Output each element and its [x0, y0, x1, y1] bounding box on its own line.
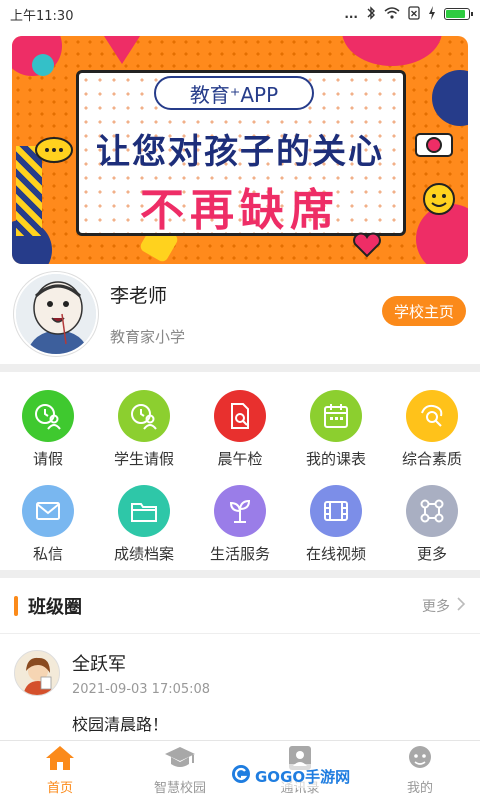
tab-profile-label: 我的 — [406, 781, 433, 796]
grid-item-label: 更多 — [416, 545, 447, 563]
school-home-button[interactable]: 学校主页 — [381, 296, 466, 326]
post-author-avatar[interactable] — [14, 650, 60, 696]
section-divider — [0, 570, 480, 578]
class-circle-more-link[interactable]: 更多 — [422, 596, 466, 616]
banner-headline: 让您对孩子的关心 — [96, 132, 384, 172]
grid-item-label: 请假 — [32, 450, 63, 468]
grid-item-label: 晨午检 — [217, 450, 263, 468]
profile-icon — [406, 745, 434, 775]
status-dots: ... — [344, 7, 358, 21]
chat-bubble-icon — [34, 136, 74, 172]
tab-smart-campus-label: 智慧校园 — [153, 781, 206, 796]
decor-teal-circle — [32, 54, 54, 76]
grid-item-label: 成绩档案 — [113, 545, 174, 563]
film-icon — [310, 485, 362, 537]
grid-item-calendar[interactable]: 我的课表 — [288, 390, 384, 469]
grid-item-label: 私信 — [32, 545, 63, 563]
function-grid: 请假 学生请假 晨午检 我的课表 综合素质私信 成绩档案 生活服务 在线视频 更多 — [0, 372, 480, 570]
site-watermark: GOGO手游网 — [228, 764, 354, 788]
grid-item-leave-clock-user[interactable]: 请假 — [0, 390, 96, 469]
more-label: 更多 — [422, 598, 450, 615]
graduation-cap-icon — [164, 745, 196, 775]
teacher-profile: 李老师 教育家小学 学校主页 — [0, 264, 480, 364]
grid-item-label: 我的课表 — [305, 450, 366, 468]
status-icons: ... — [344, 5, 473, 23]
class-circle-header: 班级圈 更多 — [0, 578, 480, 634]
section-divider — [0, 364, 480, 372]
quality-badge-icon — [406, 390, 458, 442]
post-timestamp: 2021-09-03 17:05:08 — [72, 682, 211, 697]
watermark-text: GOGO手游网 — [255, 767, 351, 786]
teacher-info: 李老师 教育家小学 — [110, 281, 185, 347]
mail-icon — [22, 485, 74, 537]
grid-item-label: 综合素质 — [401, 450, 462, 468]
health-check-doc-icon — [214, 390, 266, 442]
status-bar: 上午11:30 ... — [0, 0, 480, 28]
grid-item-quality-badge[interactable]: 综合素质 — [384, 390, 480, 469]
charging-icon — [428, 5, 436, 23]
leave-clock-user-icon — [22, 390, 74, 442]
teacher-school: 教育家小学 — [110, 328, 186, 346]
no-sim-icon — [408, 5, 420, 23]
grid-item-student-leave[interactable]: 学生请假 — [96, 390, 192, 469]
section-accent-bar — [14, 595, 18, 616]
battery-icon — [444, 8, 473, 20]
smiley-icon — [422, 182, 456, 220]
grid-item-film[interactable]: 在线视频 — [288, 485, 384, 564]
student-leave-icon — [118, 390, 170, 442]
banner-subheadline: 不再缺席 — [140, 185, 340, 236]
teacher-name: 李老师 — [110, 285, 168, 307]
grid-item-label: 在线视频 — [305, 545, 366, 563]
post-text: 校园清晨路！ — [72, 715, 169, 734]
folder-icon — [118, 485, 170, 537]
plant-icon — [214, 485, 266, 537]
promo-banner[interactable]: 教育⁺APP 让您对孩子的关心 不再缺席 — [12, 36, 468, 264]
home-icon — [45, 745, 75, 775]
grid-item-more-nodes[interactable]: 更多 — [384, 485, 480, 564]
grid-item-label: 学生请假 — [113, 450, 174, 468]
tab-home-label: 首页 — [46, 781, 73, 796]
post-author-name: 全跃军 — [72, 654, 126, 675]
tab-smart-campus[interactable]: 智慧校园 — [120, 741, 240, 800]
class-circle-title: 班级圈 — [28, 596, 82, 618]
camera-icon — [414, 128, 454, 162]
wifi-icon — [384, 6, 400, 22]
tab-home[interactable]: 首页 — [0, 741, 120, 800]
tab-profile[interactable]: 我的 — [360, 741, 480, 800]
grid-item-health-check-doc[interactable]: 晨午检 — [192, 390, 288, 469]
heart-icon — [352, 232, 382, 262]
chevron-right-icon — [456, 596, 466, 616]
watermark-logo-icon — [231, 764, 251, 788]
grid-item-plant[interactable]: 生活服务 — [192, 485, 288, 564]
decor-red-triangle — [104, 36, 140, 64]
grid-item-label: 生活服务 — [209, 545, 270, 563]
post-body: 全跃军 2021-09-03 17:05:08 校园清晨路！ — [72, 650, 210, 735]
status-time: 上午11:30 — [10, 8, 74, 24]
banner-app-pill: 教育⁺APP — [154, 76, 314, 110]
teacher-avatar[interactable] — [14, 272, 98, 356]
bluetooth-icon — [366, 5, 376, 23]
more-nodes-icon — [406, 485, 458, 537]
class-circle-post[interactable]: 全跃军 2021-09-03 17:05:08 校园清晨路！ — [0, 634, 480, 735]
grid-item-mail[interactable]: 私信 — [0, 485, 96, 564]
grid-item-folder[interactable]: 成绩档案 — [96, 485, 192, 564]
calendar-icon — [310, 390, 362, 442]
